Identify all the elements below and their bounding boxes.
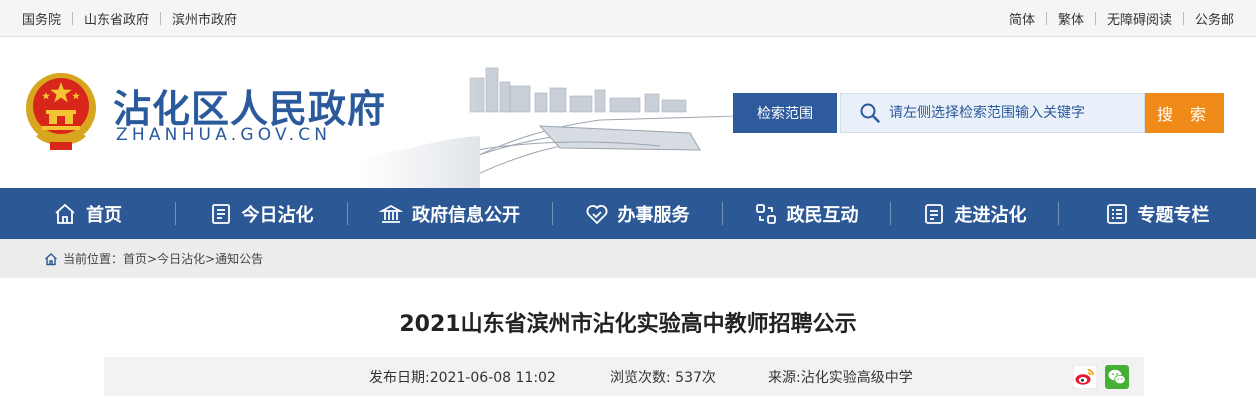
article-title: 2021山东省滨州市沾化实验高中教师招聘公示 — [399, 312, 857, 337]
main-nav: 首页 今日沾化 政府信息公开 办事服务 政民互动 走进沾化 专题专栏 — [0, 188, 1256, 239]
article-meta-bar: 发布日期:2021-06-08 11:02 浏览次数: 537次 来源:沾化实验… — [104, 357, 1144, 396]
city-skyline-illustration — [360, 38, 780, 188]
divider — [72, 12, 74, 25]
search-scope-button[interactable]: 检索范围 — [733, 93, 837, 133]
handshake-icon — [586, 204, 607, 224]
nav-item-home[interactable]: 首页 — [0, 188, 175, 239]
nav-label: 走进沾化 — [954, 204, 1027, 226]
breadcrumb-today-zhanhua[interactable]: 今日沾化 — [157, 250, 205, 267]
news-icon — [211, 203, 230, 224]
breadcrumb: 当前位置： 首页 > 今日沾化 > 通知公告 — [44, 239, 263, 278]
breadcrumb-home[interactable]: 首页 — [123, 250, 147, 267]
nav-item-special-topics[interactable]: 专题专栏 — [1058, 188, 1256, 239]
link-binzhou-gov[interactable]: 滨州市政府 — [172, 9, 237, 28]
weibo-icon[interactable] — [1073, 365, 1097, 389]
breadcrumb-bar: 当前位置： 首页 > 今日沾化 > 通知公告 — [0, 239, 1256, 278]
nav-label: 首页 — [86, 204, 122, 226]
divider — [1182, 12, 1184, 25]
list-icon — [1106, 203, 1127, 224]
link-traditional[interactable]: 繁体 — [1058, 9, 1084, 28]
nav-item-gov-info[interactable]: 政府信息公开 — [347, 188, 552, 239]
breadcrumb-separator: > — [147, 251, 158, 266]
breadcrumb-home-icon — [45, 252, 57, 265]
top-links-left: 国务院 山东省政府 滨州市政府 — [22, 0, 237, 37]
wechat-icon[interactable] — [1105, 365, 1129, 389]
link-accessibility[interactable]: 无障碍阅读 — [1107, 9, 1172, 28]
nav-label: 政府信息公开 — [412, 204, 520, 226]
link-official-mail[interactable]: 公务邮 — [1195, 9, 1234, 28]
breadcrumb-prefix: 当前位置： — [63, 252, 124, 266]
interaction-icon — [755, 203, 776, 224]
nav-label: 办事服务 — [617, 204, 690, 226]
search-button[interactable]: 搜 索 — [1145, 93, 1224, 133]
article-source: 来源:沾化实验高级中学 — [768, 369, 913, 386]
divider — [1094, 12, 1096, 25]
link-state-council[interactable]: 国务院 — [22, 9, 61, 28]
top-links-right: 简体 繁体 无障碍阅读 公务邮 — [1009, 0, 1234, 37]
nav-label: 专题专栏 — [1137, 204, 1210, 226]
breadcrumb-separator: > — [205, 251, 216, 266]
search-box — [840, 93, 1145, 133]
site-header: 沾化区人民政府 ZHANHUA.GOV.CN 检索范围 搜 索 — [0, 38, 1256, 188]
breadcrumb-notices[interactable]: 通知公告 — [215, 250, 263, 267]
nav-item-about-zhanhua[interactable]: 走进沾化 — [890, 188, 1058, 239]
divider — [160, 12, 162, 25]
view-count: 浏览次数: 537次 — [610, 369, 716, 386]
home-icon — [55, 203, 75, 224]
site-domain: ZHANHUA.GOV.CN — [116, 125, 332, 145]
nav-item-interaction[interactable]: 政民互动 — [722, 188, 890, 239]
search-icon — [860, 103, 880, 123]
nav-label: 政民互动 — [786, 204, 859, 226]
publish-date: 发布日期:2021-06-08 11:02 — [369, 369, 556, 386]
nav-label: 今日沾化 — [241, 204, 314, 226]
government-building-icon — [379, 204, 403, 223]
nav-item-today-zhanhua[interactable]: 今日沾化 — [175, 188, 347, 239]
document-icon — [924, 203, 943, 224]
divider — [1045, 12, 1047, 25]
nav-item-services[interactable]: 办事服务 — [552, 188, 722, 239]
national-emblem-logo — [26, 73, 96, 150]
top-bar: 国务院 山东省政府 滨州市政府 简体 繁体 无障碍阅读 公务邮 — [0, 0, 1256, 37]
link-shandong-gov[interactable]: 山东省政府 — [84, 9, 149, 28]
search-input[interactable] — [889, 105, 1129, 121]
link-simplified[interactable]: 简体 — [1009, 9, 1035, 28]
